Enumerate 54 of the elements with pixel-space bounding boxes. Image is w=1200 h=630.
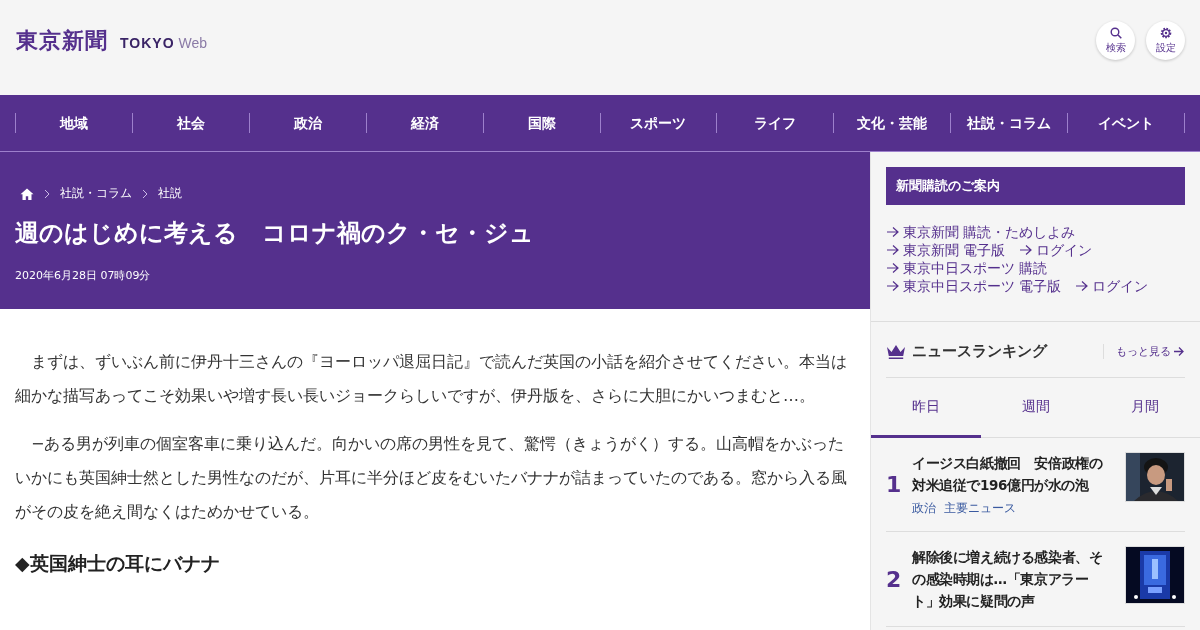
- nav-link[interactable]: スポーツ: [599, 113, 717, 133]
- nav-link[interactable]: 社会: [131, 113, 249, 133]
- arrow-icon: [1075, 280, 1090, 292]
- paragraph: −ある男が列車の個室客車に乗り込んだ。向かいの席の男性を見て、驚愕（きょうがく）する。山高帽をかぶったいかにも英国紳士然とした男性なのだが、片耳に半分ほど皮をむいたバナナが詰まっていたのである。窓から入る風がその皮を絶え間なくはためかせている。: [15, 433, 848, 523]
- crown-icon: [886, 343, 906, 360]
- arrow-icon: [886, 226, 900, 238]
- link[interactable]: 東京新聞 電子版: [886, 241, 1006, 259]
- link[interactable]: 東京中日スポーツ 購読: [886, 259, 1048, 277]
- section-title: ニュースランキング: [912, 342, 1049, 361]
- link[interactable]: 東京新聞 購読・ためしよみ: [886, 223, 1076, 241]
- more-link[interactable]: もっと見る: [1103, 344, 1185, 359]
- home-link[interactable]: [20, 187, 34, 200]
- nav-link[interactable]: 文化・芸能: [833, 113, 951, 133]
- settings-button[interactable]: 設定: [1146, 21, 1185, 60]
- ranking-tab[interactable]: 昨日: [871, 378, 981, 438]
- search-icon: [1109, 26, 1122, 39]
- rank-number: 1: [886, 472, 902, 497]
- nav-link[interactable]: イベント: [1067, 113, 1186, 133]
- section-heading: ◆英国紳士の耳にバナナ: [15, 551, 221, 576]
- article-link[interactable]: イージス白紙撤回 安倍政権の対米追従で196億円が水の泡: [912, 452, 1115, 496]
- paragraph: まずは、ずいぶん前に伊丹十三さんの『ヨーロッパ退屈日記』で読んだ英国の小話を紹介させてください。本当は細かな描写あってこそ効果いや増す長い長いジョークらしいですが、伊丹版を、さらに大胆にかいつまむと…。: [15, 351, 848, 407]
- nav-link[interactable]: 政治: [248, 113, 366, 133]
- settings-icon: [1159, 26, 1172, 39]
- section-heading: 新聞購読のご案内: [886, 167, 1185, 205]
- arrow-icon: [886, 280, 900, 292]
- arrow-icon: [886, 262, 900, 274]
- logo-text[interactable]: Web: [178, 35, 208, 51]
- arrow-icon: [1173, 346, 1185, 357]
- arrow-icon: [886, 244, 900, 256]
- chevron-icon: [44, 188, 50, 199]
- nav-link[interactable]: 経済: [365, 113, 483, 133]
- article-link[interactable]: 解除後に増え続ける感染者、その感染時期は…「東京アラート」効果に疑問の声: [912, 546, 1115, 612]
- ranking-tab[interactable]: 月間: [1090, 378, 1200, 438]
- ranking-tab[interactable]: 週間: [980, 378, 1091, 438]
- nav-link[interactable]: 地域: [15, 113, 132, 133]
- search-button[interactable]: 検索: [1096, 21, 1135, 60]
- nav-link[interactable]: 国際: [482, 113, 600, 133]
- link[interactable]: 東京中日スポーツ 電子版: [886, 277, 1062, 295]
- category-link[interactable]: 政治: [912, 500, 936, 517]
- arrow-icon: [1019, 244, 1034, 256]
- link[interactable]: ログイン: [1075, 277, 1149, 295]
- link[interactable]: ログイン: [1019, 241, 1093, 259]
- home-icon: [20, 187, 34, 200]
- rank-number: 2: [886, 566, 902, 592]
- chevron-icon: [142, 188, 148, 199]
- article-date: 2020年6月28日 07時09分: [15, 268, 152, 283]
- logo-text[interactable]: 東京新聞: [16, 26, 108, 56]
- article-title: 週のはじめに考える コロナ禍のク・セ・ジュ: [15, 218, 535, 248]
- category-link[interactable]: 主要ニュース: [944, 500, 1016, 517]
- logo-text[interactable]: TOKYO: [120, 35, 175, 51]
- nav-link[interactable]: 社説・コラム: [950, 113, 1068, 133]
- breadcrumb-link[interactable]: 社説: [158, 185, 182, 202]
- breadcrumb-link[interactable]: 社説・コラム: [60, 185, 132, 202]
- nav-link[interactable]: ライフ: [716, 113, 834, 133]
